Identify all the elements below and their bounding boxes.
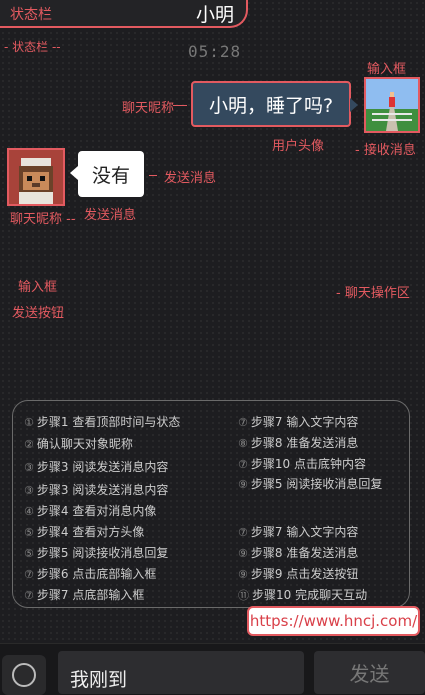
receive-message-annotation: - 接收消息 — [355, 143, 416, 158]
contact-avatar[interactable] — [364, 77, 420, 133]
outgoing-message-bubble[interactable]: 没有 — [70, 151, 144, 197]
nickname-annotation-left: 聊天昵称 -- — [10, 212, 76, 227]
send-message-annotation-right: 发送消息 — [164, 171, 217, 186]
voice-icon — [12, 663, 36, 687]
annotation-dash — [173, 105, 187, 106]
step-item: ④ 步骤4 查看对消息内像 — [24, 504, 157, 518]
step-item: ⑤ 步骤5 阅读接收消息回复 — [24, 546, 169, 560]
incoming-message-text: 小明，睡了吗? — [208, 94, 334, 117]
step-item: ⑨ 步骤5 阅读接收消息回复 — [238, 477, 383, 491]
message-input[interactable]: 我刚到 — [58, 651, 304, 694]
step-item: ⑦ 步骤7 输入文字内容 — [238, 525, 359, 539]
step-item: ⑨ 步骤8 准备发送消息 — [238, 546, 359, 560]
step-item: ⑤ 步骤4 查看对方头像 — [24, 525, 145, 539]
step-item: ⑦ 步骤6 点击底部输入框 — [24, 567, 157, 581]
step-item: ⑨ 步骤9 点击发送按钮 — [238, 567, 359, 581]
annotation-dash — [149, 175, 157, 176]
status-bar-annotation: - 状态栏 -- — [4, 40, 61, 54]
outgoing-message-text: 没有 — [91, 164, 130, 187]
step-item: ⑦ 步骤10 点击底钟内容 — [238, 457, 366, 471]
message-time: 05:28 — [188, 42, 242, 61]
status-bar-label: 状态栏 — [10, 7, 52, 23]
pixel-character-icon — [9, 150, 63, 204]
send-button-annotation: 发送按钮 — [12, 306, 65, 321]
avatar-scene-icon — [366, 79, 418, 131]
voice-button[interactable] — [2, 655, 46, 695]
step-item: ⑪ 步骤10 完成聊天互动 — [238, 588, 368, 602]
chat-title-contact-name: 小明 — [196, 4, 235, 26]
user-avatar-annotation: 用户头像 — [272, 139, 325, 154]
send-button[interactable]: 发送 — [314, 651, 425, 694]
my-avatar[interactable] — [7, 148, 65, 206]
step-item: ⑦ 步骤7 点底部输入框 — [24, 588, 145, 602]
chat-ops-annotation: - 聊天操作区 — [336, 286, 410, 301]
input-box-annotation-top: 输入框 — [367, 62, 407, 77]
step-item: ③ 步骤3 阅读发送消息内容 — [24, 483, 169, 497]
website-url-badge: https://www.hncj.com/ — [247, 606, 420, 636]
step-item: ② 确认聊天对象昵称 — [24, 437, 133, 451]
nickname-annotation-right: 聊天昵称 — [122, 101, 175, 116]
step-item: ⑦ 步骤7 输入文字内容 — [238, 415, 359, 429]
step-item: ① 步骤1 查看顶部时间与状态 — [24, 415, 181, 429]
send-message-annotation-left: 发送消息 — [84, 208, 137, 223]
step-item: ⑧ 步骤8 准备发送消息 — [238, 436, 359, 450]
incoming-message-bubble[interactable]: 小明，睡了吗? — [191, 81, 358, 127]
step-item: ③ 步骤3 阅读发送消息内容 — [24, 460, 169, 474]
input-box-annotation-mid: 输入框 — [18, 280, 58, 295]
